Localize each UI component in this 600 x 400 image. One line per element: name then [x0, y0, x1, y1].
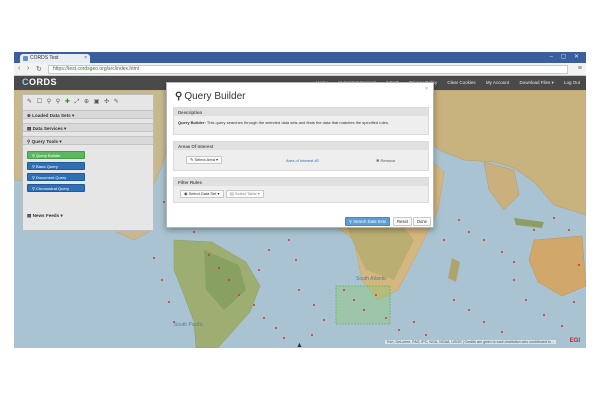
search-data-sets-button[interactable]: ⚲ Search Data Sets [345, 217, 391, 226]
nav-my-account[interactable]: My Account [486, 80, 509, 85]
reload-icon[interactable]: ↻ [36, 65, 42, 73]
add-icon[interactable]: ✚ [65, 99, 72, 105]
close-tab-icon[interactable]: × [84, 54, 87, 63]
areas-of-interest-section: Areas Of Interest ✎ Select Area ▾ Area o… [173, 141, 429, 171]
browser-menu-icon[interactable]: ≡ [578, 65, 582, 72]
select-table-dropdown[interactable]: ▤ Select Table ▾ [226, 190, 264, 198]
url-input[interactable]: https://test.cordsgeo.org/src/index.html [48, 65, 568, 74]
map-tools-icon[interactable]: ⤢ ⊕ ▣ ✣ ✎ [75, 99, 121, 105]
sidebar-section-query-tools[interactable]: ⚲ Query Tools ▾ [23, 136, 153, 145]
draw-tools-icon[interactable]: ✎ ☐ ⚲ ⚲ [27, 99, 62, 105]
browser-tab-bar: CORDS Test × – ▢ ✕ [14, 52, 586, 63]
ocean-label-south-pacific: South Pacific [174, 322, 204, 328]
description-section: Description Query Builder: This query se… [173, 107, 429, 135]
query-builder-modal: × ⚲ Query Builder Description Query Build… [166, 82, 434, 228]
favicon-icon [23, 56, 28, 61]
document-query-button[interactable]: ⚲ Document Query [27, 173, 85, 181]
basic-query-button[interactable]: ⚲ Basic Query [27, 162, 85, 170]
browser-window: CORDS Test × – ▢ ✕ ‹ › ↻ https://test.co… [14, 52, 586, 348]
nav-download-files[interactable]: Download Files ▾ [519, 80, 553, 85]
remove-area-button[interactable]: ✖ Remove [376, 158, 395, 163]
description-text: Query Builder: This query searches throu… [178, 120, 389, 125]
select-area-dropdown[interactable]: ✎ Select Area ▾ [186, 156, 223, 164]
chronostrat-query-button[interactable]: ⚲ Chronostrat Query [27, 184, 85, 192]
sidebar-section-news-feeds[interactable]: ▤ News Feeds ▾ [27, 213, 63, 219]
sidebar-section-data-services[interactable]: ▤ Data Services ▾ [23, 123, 153, 132]
ocean-label-south-atlantic: South Atlantic [356, 276, 387, 282]
filter-rules-section: Filter Rules ◉ Select Data Set ▾ ▤ Selec… [173, 177, 429, 203]
map-attribution: Esri, DeLorme, FAO, IPC, NGA, NOAA, USGS… [385, 340, 556, 344]
modal-close-icon[interactable]: × [425, 86, 428, 92]
forward-icon[interactable]: › [27, 65, 29, 72]
areas-header: Areas Of Interest [174, 142, 428, 150]
description-header: Description [174, 108, 428, 116]
query-builder-button[interactable]: ⚲ Query Builder [27, 151, 85, 159]
search-icon: ⚲ [175, 91, 183, 102]
back-icon[interactable]: ‹ [18, 65, 20, 72]
url-host: https://test.cordsgeo.org [53, 66, 107, 72]
sidebar-panel: ✎ ☐ ⚲ ⚲ ✚ ⤢ ⊕ ▣ ✣ ✎ ⊕ Loaded Data Sets ▾… [22, 94, 154, 231]
url-path: /src/index.html [106, 66, 139, 72]
browser-tab-title: CORDS Test [30, 55, 59, 61]
cords-logo[interactable]: CORDS [22, 77, 57, 87]
nav-clear-cookies[interactable]: Clear Cookies [447, 80, 475, 85]
egi-logo: EGI [569, 338, 580, 344]
nav-log-out[interactable]: Log Out [564, 80, 580, 85]
toolbar-icons[interactable]: ✎ ☐ ⚲ ⚲ ✚ ⤢ ⊕ ▣ ✣ ✎ [27, 98, 120, 106]
select-data-set-dropdown[interactable]: ◉ Select Data Set ▾ [180, 190, 224, 198]
address-bar: ‹ › ↻ https://test.cordsgeo.org/src/inde… [14, 63, 586, 76]
window-controls[interactable]: – ▢ ✕ [550, 53, 582, 60]
area-of-interest-link[interactable]: Area of Interest #2 [286, 158, 319, 163]
sidebar-section-loaded-data-sets[interactable]: ⊕ Loaded Data Sets ▾ [23, 110, 153, 119]
done-button[interactable]: Done [413, 217, 432, 226]
scroll-up-icon[interactable]: ▲ [296, 342, 303, 348]
filter-rules-header: Filter Rules [174, 178, 428, 186]
reset-button[interactable]: Reset [393, 217, 412, 226]
browser-tab[interactable]: CORDS Test × [20, 54, 90, 63]
modal-title: ⚲ Query Builder [175, 91, 246, 102]
